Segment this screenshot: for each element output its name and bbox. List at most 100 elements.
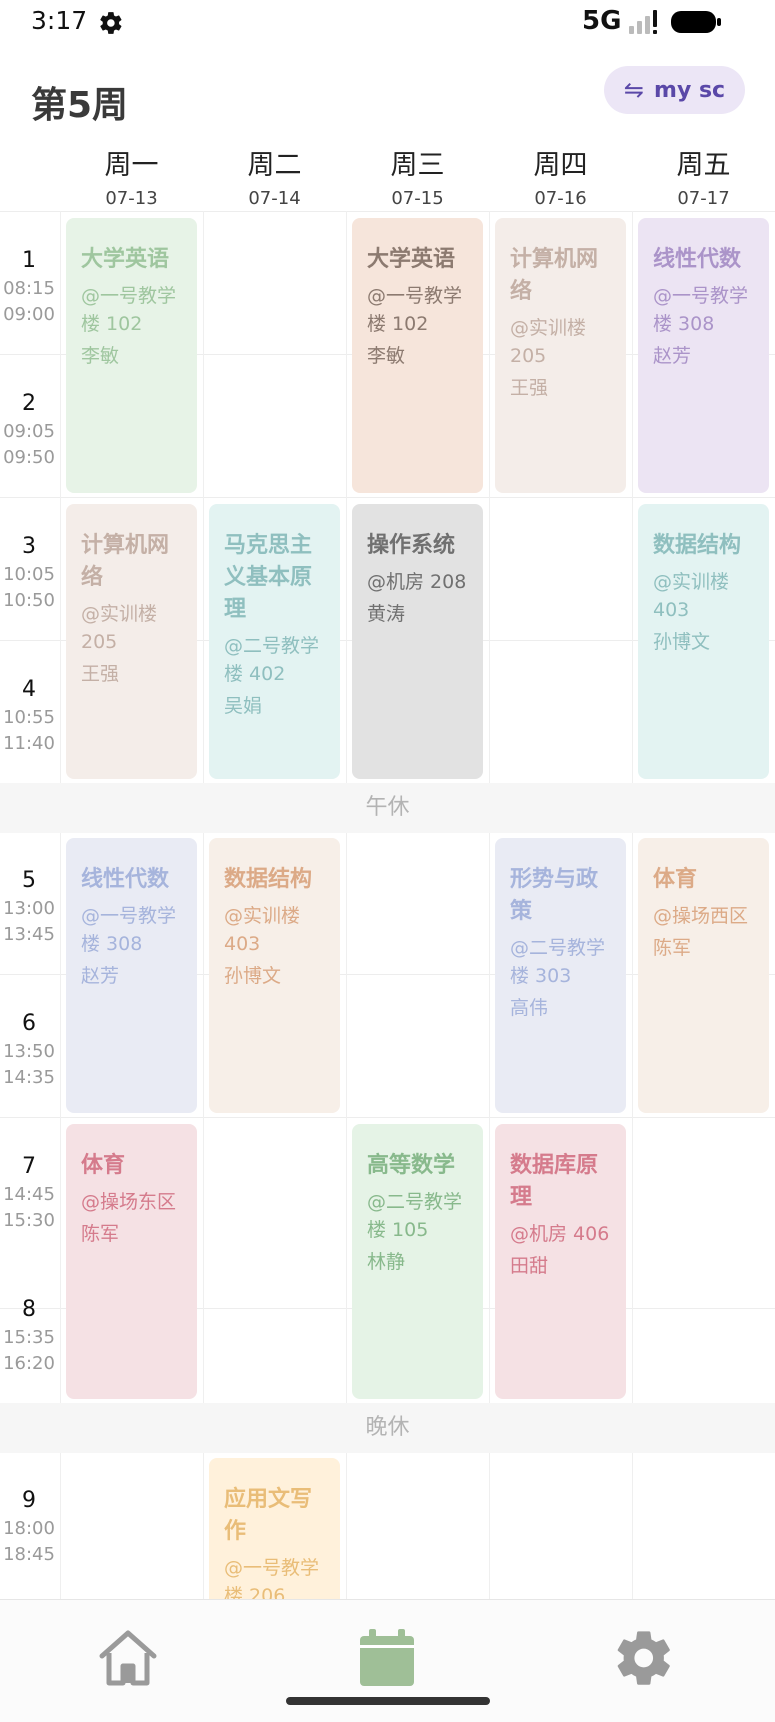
course-name: 高等数学 (367, 1153, 456, 1178)
course-name: 马克思主义基本原理 (224, 533, 313, 622)
day-name: 周三 (390, 150, 445, 181)
period-start: 13:00 (3, 898, 55, 919)
period-start: 10:55 (3, 707, 55, 728)
course-room: @一号教学楼 206 (224, 1557, 320, 1599)
status-bar: 3:17 5G (0, 0, 775, 44)
day-header-thu: 周四 07-16 (489, 148, 632, 209)
switch-schedule-button[interactable]: ⇋ my sc (604, 66, 745, 114)
course-card[interactable]: 大学英语 @一号教学楼 102 李敏 (66, 218, 197, 493)
course-name: 大学英语 (367, 247, 456, 272)
period-number: 4 (22, 677, 36, 702)
day-date: 07-15 (391, 188, 444, 209)
course-room: @一号教学楼 102 (367, 285, 463, 335)
course-card[interactable]: 数据结构 @实训楼 403 孙博文 (638, 504, 769, 779)
switch-schedule-label: my sc (654, 77, 726, 103)
course-teacher: 陈军 (81, 1223, 120, 1245)
course-teacher: 王强 (81, 663, 120, 685)
course-card[interactable]: 应用文写作 @一号教学楼 206 (209, 1458, 340, 1599)
course-teacher: 吴娟 (224, 695, 263, 717)
course-name: 线性代数 (653, 247, 742, 272)
period-end: 09:00 (3, 304, 55, 325)
course-teacher: 田甜 (510, 1255, 549, 1277)
course-teacher: 李敏 (367, 345, 406, 367)
course-room: @实训楼 205 (510, 317, 587, 367)
period-label: 1 08:15 09:00 (0, 246, 58, 328)
day-header-tue: 周二 07-14 (203, 148, 346, 209)
course-room: @一号教学楼 308 (653, 285, 749, 335)
timetable-grid[interactable]: 午休 晚休 1 08:15 09:00 2 09:05 09:50 3 10:0… (0, 211, 775, 1599)
course-card[interactable]: 马克思主义基本原理 @二号教学楼 402 吴娟 (209, 504, 340, 779)
course-card[interactable]: 计算机网络 @实训楼 205 王强 (495, 218, 626, 493)
course-teacher: 赵芳 (653, 345, 692, 367)
course-teacher: 孙博文 (224, 965, 282, 987)
course-card[interactable]: 大学英语 @一号教学楼 102 李敏 (352, 218, 483, 493)
signal-icon (629, 10, 657, 34)
day-name: 周二 (247, 150, 302, 181)
period-start: 08:15 (3, 278, 55, 299)
period-end: 11:40 (3, 733, 55, 754)
period-label: 9 18:00 18:45 (0, 1486, 58, 1568)
period-start: 18:00 (3, 1518, 55, 1539)
course-room: @二号教学楼 105 (367, 1191, 463, 1241)
course-name: 数据结构 (224, 867, 313, 892)
day-name: 周四 (533, 150, 588, 181)
course-room: @机房 208 (367, 571, 467, 593)
period-number: 7 (22, 1154, 36, 1179)
course-name: 操作系统 (367, 533, 456, 558)
settings-gear-icon[interactable] (612, 1626, 676, 1690)
day-date: 07-13 (105, 188, 158, 209)
period-number: 3 (22, 534, 36, 559)
course-room: @二号教学楼 303 (510, 937, 606, 987)
period-end: 13:45 (3, 924, 55, 945)
noon-break-row: 午休 (0, 783, 775, 833)
course-room: @实训楼 403 (653, 571, 730, 621)
status-time: 3:17 (31, 6, 88, 35)
course-teacher: 王强 (510, 377, 549, 399)
course-teacher: 高伟 (510, 997, 549, 1019)
course-name: 数据库原理 (510, 1153, 599, 1210)
day-date: 07-17 (677, 188, 730, 209)
course-name: 体育 (81, 1153, 126, 1178)
period-label: 6 13:50 14:35 (0, 1009, 58, 1091)
course-room: @操场东区 (81, 1191, 177, 1213)
network-label: 5G (582, 6, 622, 36)
home-icon[interactable] (96, 1626, 160, 1690)
day-header-mon: 周一 07-13 (60, 148, 203, 209)
course-card[interactable]: 线性代数 @一号教学楼 308 赵芳 (66, 838, 197, 1113)
evening-break-row: 晚休 (0, 1403, 775, 1453)
period-number: 6 (22, 1011, 36, 1036)
course-teacher: 黄涛 (367, 603, 406, 625)
day-header-wed: 周三 07-15 (346, 148, 489, 209)
course-room: @操场西区 (653, 905, 749, 927)
course-card[interactable]: 线性代数 @一号教学楼 308 赵芳 (638, 218, 769, 493)
calendar-icon[interactable] (355, 1626, 419, 1690)
course-card[interactable]: 形势与政策 @二号教学楼 303 高伟 (495, 838, 626, 1113)
period-start: 10:05 (3, 564, 55, 585)
period-label: 7 14:45 15:30 (0, 1152, 58, 1234)
battery-icon (671, 11, 721, 33)
period-start: 13:50 (3, 1041, 55, 1062)
course-name: 计算机网络 (510, 247, 599, 304)
day-date: 07-16 (534, 188, 587, 209)
course-card[interactable]: 数据结构 @实训楼 403 孙博文 (209, 838, 340, 1113)
course-card[interactable]: 体育 @操场东区 陈军 (66, 1124, 197, 1399)
course-card[interactable]: 数据库原理 @机房 406 田甜 (495, 1124, 626, 1399)
day-name: 周五 (676, 150, 731, 181)
course-card[interactable]: 体育 @操场西区 陈军 (638, 838, 769, 1113)
period-label: 2 09:05 09:50 (0, 389, 58, 471)
course-card[interactable]: 计算机网络 @实训楼 205 王强 (66, 504, 197, 779)
day-name: 周一 (104, 150, 159, 181)
course-room: @二号教学楼 402 (224, 635, 320, 685)
period-number: 2 (22, 391, 36, 416)
period-end: 09:50 (3, 447, 55, 468)
course-card[interactable]: 高等数学 @二号教学楼 105 林静 (352, 1124, 483, 1399)
gesture-home-bar[interactable] (286, 1697, 490, 1705)
course-room: @机房 406 (510, 1223, 610, 1245)
course-card[interactable]: 操作系统 @机房 208 黄涛 (352, 504, 483, 779)
course-teacher: 陈军 (653, 937, 692, 959)
period-start: 14:45 (3, 1184, 55, 1205)
course-teacher: 林静 (367, 1251, 406, 1273)
period-number: 8 (22, 1297, 36, 1322)
course-name: 数据结构 (653, 533, 742, 558)
day-date: 07-14 (248, 188, 301, 209)
